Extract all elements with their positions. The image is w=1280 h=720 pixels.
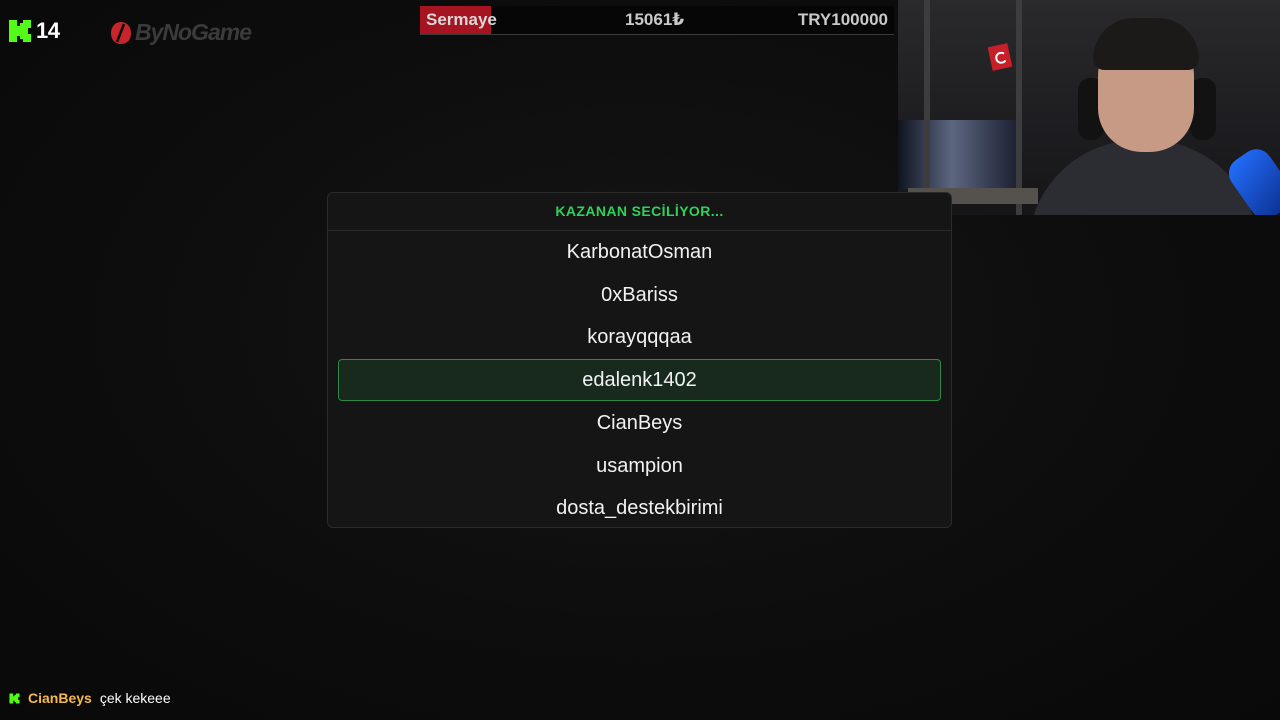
chat-message: CianBeys çek kekeee [9, 689, 171, 707]
chat-username[interactable]: CianBeys [28, 689, 92, 707]
picker-entry: 0xBariss [601, 283, 678, 306]
sponsor-logo: ByNoGame [110, 19, 252, 46]
webcam-background-pole [924, 0, 930, 215]
picker-entry: KarbonatOsman [566, 241, 713, 263]
kick-viewer-badge: 14 [8, 18, 60, 43]
picker-entry: usampion [596, 454, 683, 477]
capital-label: Sermaye [426, 10, 497, 29]
webcam-background-window [898, 120, 1018, 190]
webcam-background-pole [1016, 0, 1022, 215]
capital-progress-bar: Sermaye 15061₺ TRY100000 [420, 6, 894, 35]
turkish-flag-icon [987, 43, 1013, 71]
capital-target-value: TRY100000 [797, 10, 888, 29]
picker-entry-selected: edalenk1402 [338, 359, 941, 402]
kick-logo-icon [9, 20, 31, 42]
stream-overlay: 14 ByNoGame Sermaye 15061₺ TRY100000 KAZ… [0, 0, 1280, 720]
streamer-hair [1093, 18, 1199, 70]
kick-logo-icon [9, 692, 20, 704]
picker-entry: CianBeys [596, 411, 683, 434]
picker-entry: korayqqqaa [587, 326, 692, 349]
picker-entry: dosta_destekbirimi [556, 497, 723, 520]
sponsor-name: ByNoGame [135, 19, 252, 45]
webcam-feed [898, 0, 1280, 215]
picker-title: KAZANAN SECİLİYOR... [328, 193, 951, 231]
capital-current-value: 15061₺ [625, 10, 685, 29]
winner-picker-panel: KAZANAN SECİLİYOR... KarbonatOsman 0xBari… [327, 192, 952, 528]
viewer-count: 14 [36, 18, 60, 43]
chat-message-text: çek kekeee [99, 690, 171, 706]
bynogame-logo-icon [111, 21, 131, 44]
